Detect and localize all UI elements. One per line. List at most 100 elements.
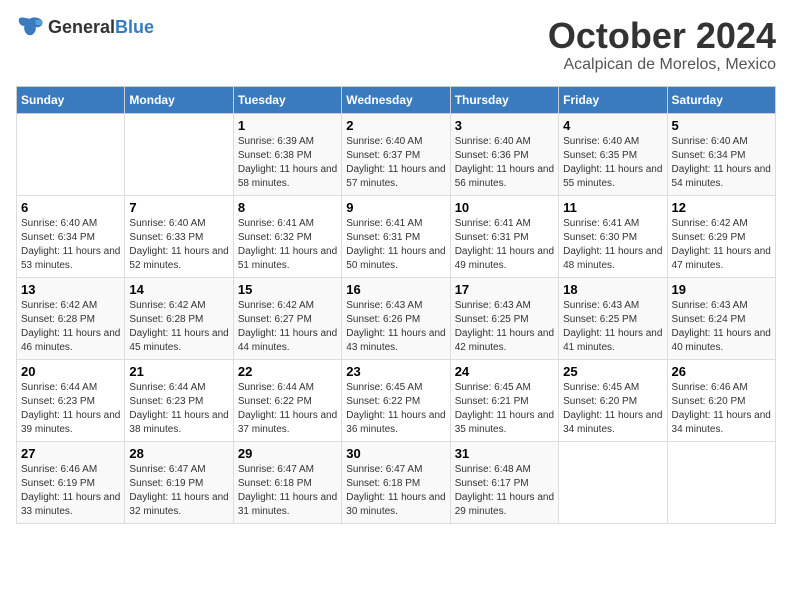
day-info: Sunrise: 6:40 AM Sunset: 6:35 PM Dayligh… <box>563 135 662 191</box>
day-number: 21 <box>129 364 228 379</box>
calendar-cell: 30 Sunrise: 6:47 AM Sunset: 6:18 PM Dayli… <box>342 441 450 523</box>
calendar-cell: 26Sunrise: 6:46 AM Sunset: 6:20 PM Dayli… <box>667 359 775 441</box>
day-number: 24 <box>455 364 554 379</box>
day-info: Sunrise: 6:44 AM Sunset: 6:22 PM Dayligh… <box>238 381 337 437</box>
page-header: GeneralBlue October 2024 Acalpican de Mo… <box>16 16 776 74</box>
day-number: 4 <box>563 118 662 133</box>
day-info: Sunrise: 6:40 AM Sunset: 6:37 PM Dayligh… <box>346 135 445 191</box>
day-number: 22 <box>238 364 337 379</box>
logo-blue: Blue <box>115 17 154 37</box>
day-info: Sunrise: 6:40 AM Sunset: 6:34 PM Dayligh… <box>21 217 120 273</box>
day-number: 10 <box>455 200 554 215</box>
day-info: Sunrise: 6:39 AM Sunset: 6:38 PM Dayligh… <box>238 135 337 191</box>
day-number: 31 <box>455 446 554 461</box>
calendar-cell: 15 Sunrise: 6:42 AM Sunset: 6:27 PM Dayli… <box>233 277 341 359</box>
day-info: Sunrise: 6:44 AM Sunset: 6:23 PM Dayligh… <box>21 381 120 437</box>
weekday-header-wednesday: Wednesday <box>342 86 450 113</box>
day-info: Sunrise: 6:42 AM Sunset: 6:28 PM Dayligh… <box>21 299 120 355</box>
calendar-cell: 31Sunrise: 6:48 AM Sunset: 6:17 PM Dayli… <box>450 441 558 523</box>
weekday-header-tuesday: Tuesday <box>233 86 341 113</box>
day-info: Sunrise: 6:41 AM Sunset: 6:31 PM Dayligh… <box>455 217 554 273</box>
calendar-cell: 17 Sunrise: 6:43 AM Sunset: 6:25 PM Dayli… <box>450 277 558 359</box>
day-info: Sunrise: 6:45 AM Sunset: 6:22 PM Dayligh… <box>346 381 445 437</box>
calendar-cell: 11 Sunrise: 6:41 AM Sunset: 6:30 PM Dayli… <box>559 195 667 277</box>
calendar-cell: 16Sunrise: 6:43 AM Sunset: 6:26 PM Dayli… <box>342 277 450 359</box>
day-number: 9 <box>346 200 445 215</box>
day-number: 13 <box>21 282 120 297</box>
day-number: 25 <box>563 364 662 379</box>
calendar-cell: 21 Sunrise: 6:44 AM Sunset: 6:23 PM Dayli… <box>125 359 233 441</box>
calendar-cell <box>559 441 667 523</box>
calendar-cell: 5 Sunrise: 6:40 AM Sunset: 6:34 PM Daylig… <box>667 113 775 195</box>
calendar-subtitle: Acalpican de Morelos, Mexico <box>548 56 776 74</box>
day-info: Sunrise: 6:43 AM Sunset: 6:24 PM Dayligh… <box>672 299 771 355</box>
calendar-week-1: 1 Sunrise: 6:39 AM Sunset: 6:38 PM Daylig… <box>17 113 776 195</box>
day-number: 6 <box>21 200 120 215</box>
calendar-cell: 4 Sunrise: 6:40 AM Sunset: 6:35 PM Daylig… <box>559 113 667 195</box>
calendar-cell: 22 Sunrise: 6:44 AM Sunset: 6:22 PM Dayli… <box>233 359 341 441</box>
calendar-cell <box>125 113 233 195</box>
calendar-week-4: 20 Sunrise: 6:44 AM Sunset: 6:23 PM Dayli… <box>17 359 776 441</box>
calendar-cell: 7Sunrise: 6:40 AM Sunset: 6:33 PM Daylig… <box>125 195 233 277</box>
calendar-cell: 20 Sunrise: 6:44 AM Sunset: 6:23 PM Dayli… <box>17 359 125 441</box>
day-info: Sunrise: 6:42 AM Sunset: 6:28 PM Dayligh… <box>129 299 228 355</box>
logo-text: GeneralBlue <box>48 17 154 38</box>
day-number: 20 <box>21 364 120 379</box>
calendar-cell: 14 Sunrise: 6:42 AM Sunset: 6:28 PM Dayli… <box>125 277 233 359</box>
calendar-cell: 29Sunrise: 6:47 AM Sunset: 6:18 PM Dayli… <box>233 441 341 523</box>
calendar-cell: 24 Sunrise: 6:45 AM Sunset: 6:21 PM Dayli… <box>450 359 558 441</box>
day-info: Sunrise: 6:47 AM Sunset: 6:18 PM Dayligh… <box>346 463 445 519</box>
day-number: 30 <box>346 446 445 461</box>
day-number: 19 <box>672 282 771 297</box>
calendar-cell: 6 Sunrise: 6:40 AM Sunset: 6:34 PM Daylig… <box>17 195 125 277</box>
day-info: Sunrise: 6:43 AM Sunset: 6:25 PM Dayligh… <box>455 299 554 355</box>
weekday-header-thursday: Thursday <box>450 86 558 113</box>
day-number: 1 <box>238 118 337 133</box>
calendar-week-2: 6 Sunrise: 6:40 AM Sunset: 6:34 PM Daylig… <box>17 195 776 277</box>
day-number: 26 <box>672 364 771 379</box>
day-info: Sunrise: 6:46 AM Sunset: 6:19 PM Dayligh… <box>21 463 120 519</box>
day-number: 12 <box>672 200 771 215</box>
calendar-title: October 2024 <box>548 16 776 56</box>
day-info: Sunrise: 6:47 AM Sunset: 6:18 PM Dayligh… <box>238 463 337 519</box>
day-info: Sunrise: 6:42 AM Sunset: 6:27 PM Dayligh… <box>238 299 337 355</box>
calendar-cell: 1 Sunrise: 6:39 AM Sunset: 6:38 PM Daylig… <box>233 113 341 195</box>
logo-general: General <box>48 17 115 37</box>
day-number: 28 <box>129 446 228 461</box>
day-info: Sunrise: 6:44 AM Sunset: 6:23 PM Dayligh… <box>129 381 228 437</box>
calendar-week-5: 27Sunrise: 6:46 AM Sunset: 6:19 PM Dayli… <box>17 441 776 523</box>
calendar-cell: 27Sunrise: 6:46 AM Sunset: 6:19 PM Dayli… <box>17 441 125 523</box>
day-number: 3 <box>455 118 554 133</box>
calendar-cell: 2 Sunrise: 6:40 AM Sunset: 6:37 PM Daylig… <box>342 113 450 195</box>
calendar-cell: 10 Sunrise: 6:41 AM Sunset: 6:31 PM Dayli… <box>450 195 558 277</box>
day-number: 2 <box>346 118 445 133</box>
day-info: Sunrise: 6:41 AM Sunset: 6:32 PM Dayligh… <box>238 217 337 273</box>
weekday-header-saturday: Saturday <box>667 86 775 113</box>
calendar-cell: 19 Sunrise: 6:43 AM Sunset: 6:24 PM Dayli… <box>667 277 775 359</box>
day-info: Sunrise: 6:47 AM Sunset: 6:19 PM Dayligh… <box>129 463 228 519</box>
day-number: 8 <box>238 200 337 215</box>
calendar-cell: 23Sunrise: 6:45 AM Sunset: 6:22 PM Dayli… <box>342 359 450 441</box>
day-number: 17 <box>455 282 554 297</box>
day-info: Sunrise: 6:45 AM Sunset: 6:20 PM Dayligh… <box>563 381 662 437</box>
day-number: 5 <box>672 118 771 133</box>
calendar-cell: 28 Sunrise: 6:47 AM Sunset: 6:19 PM Dayli… <box>125 441 233 523</box>
day-number: 11 <box>563 200 662 215</box>
calendar-cell: 13 Sunrise: 6:42 AM Sunset: 6:28 PM Dayli… <box>17 277 125 359</box>
weekday-header-friday: Friday <box>559 86 667 113</box>
calendar-cell: 8 Sunrise: 6:41 AM Sunset: 6:32 PM Daylig… <box>233 195 341 277</box>
day-number: 15 <box>238 282 337 297</box>
day-number: 14 <box>129 282 228 297</box>
day-info: Sunrise: 6:41 AM Sunset: 6:30 PM Dayligh… <box>563 217 662 273</box>
calendar-week-3: 13 Sunrise: 6:42 AM Sunset: 6:28 PM Dayli… <box>17 277 776 359</box>
weekday-header-row: SundayMondayTuesdayWednesdayThursdayFrid… <box>17 86 776 113</box>
calendar-cell <box>17 113 125 195</box>
day-info: Sunrise: 6:42 AM Sunset: 6:29 PM Dayligh… <box>672 217 771 273</box>
weekday-header-sunday: Sunday <box>17 86 125 113</box>
day-info: Sunrise: 6:40 AM Sunset: 6:34 PM Dayligh… <box>672 135 771 191</box>
logo: GeneralBlue <box>16 16 154 38</box>
calendar-cell <box>667 441 775 523</box>
day-number: 18 <box>563 282 662 297</box>
day-number: 7 <box>129 200 228 215</box>
day-info: Sunrise: 6:45 AM Sunset: 6:21 PM Dayligh… <box>455 381 554 437</box>
